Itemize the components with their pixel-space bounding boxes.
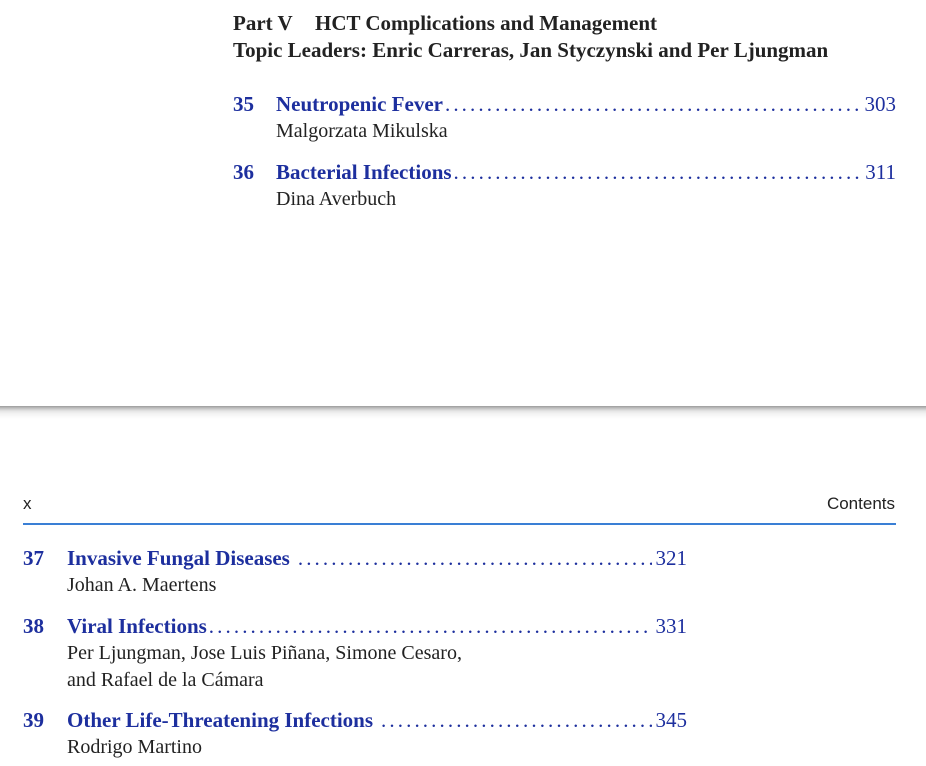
- toc-entry-37[interactable]: 37 Invasive Fungal Diseases ............…: [23, 545, 687, 599]
- page-number-link[interactable]: 321: [656, 545, 688, 572]
- page-separator: [0, 406, 926, 419]
- chapter-number: 37: [23, 546, 44, 570]
- page-number-link[interactable]: 303: [865, 91, 897, 118]
- chapter-author: Johan A. Maertens: [67, 574, 217, 596]
- chapter-number: 36: [233, 160, 254, 184]
- page-number-link[interactable]: 345: [656, 707, 688, 734]
- dot-leader: ........................................…: [444, 92, 861, 116]
- chapter-number: 35: [233, 92, 254, 116]
- header-rule: [23, 523, 896, 525]
- dot-leader: ........................................…: [208, 614, 652, 638]
- chapter-author: Dina Averbuch: [276, 188, 397, 210]
- toc-title-row: Viral Infections .......................…: [67, 613, 687, 640]
- chapter-number: 38: [23, 614, 44, 638]
- chapter-title-link[interactable]: Invasive Fungal Diseases: [67, 545, 290, 572]
- toc-page-top: Part V HCT Complications and Management T…: [0, 0, 926, 406]
- chapter-number: 39: [23, 708, 44, 732]
- toc-page-bottom: x Contents 37 Invasive Fungal Diseases .…: [0, 419, 926, 766]
- dot-leader: ........................................…: [297, 546, 652, 570]
- chapter-title-link[interactable]: Bacterial Infections: [276, 159, 452, 186]
- toc-title-row: Invasive Fungal Diseases ...............…: [67, 545, 687, 572]
- chapter-title-link[interactable]: Neutropenic Fever: [276, 91, 443, 118]
- chapter-author: Per Ljungman, Jose Luis Piñana, Simone C…: [67, 642, 462, 664]
- running-head-page-number: x: [23, 494, 32, 513]
- running-head-title: Contents: [826, 494, 895, 513]
- chapter-title-link[interactable]: Viral Infections: [67, 613, 207, 640]
- chapter-author: Malgorzata Mikulska: [276, 120, 448, 142]
- toc-entry-39[interactable]: 39 Other Life-Threatening Infections ...…: [23, 707, 687, 761]
- topic-leaders: Topic Leaders: Enric Carreras, Jan Stycz…: [233, 38, 829, 62]
- toc-title-row: Other Life-Threatening Infections ......…: [67, 707, 687, 734]
- part-title: HCT Complications and Management: [315, 11, 658, 35]
- chapter-author: and Rafael de la Cámara: [67, 669, 264, 691]
- page-number-link[interactable]: 311: [865, 159, 896, 186]
- part-heading: Part V HCT Complications and Management: [233, 10, 657, 37]
- dot-leader: ........................................…: [381, 708, 651, 732]
- toc-entry-38[interactable]: 38 Viral Infections ....................…: [23, 613, 687, 694]
- toc-entry-36[interactable]: 36 Bacterial Infections ................…: [233, 159, 896, 213]
- toc-title-row: Neutropenic Fever ......................…: [276, 91, 896, 118]
- toc-title-row: Bacterial Infections ...................…: [276, 159, 896, 186]
- part-label: Part V: [233, 11, 293, 35]
- chapter-author: Rodrigo Martino: [67, 736, 202, 758]
- dot-leader: ........................................…: [453, 160, 862, 184]
- page-number-link[interactable]: 331: [656, 613, 688, 640]
- chapter-title-link[interactable]: Other Life-Threatening Infections: [67, 707, 373, 734]
- toc-entry-35[interactable]: 35 Neutropenic Fever ...................…: [233, 91, 896, 145]
